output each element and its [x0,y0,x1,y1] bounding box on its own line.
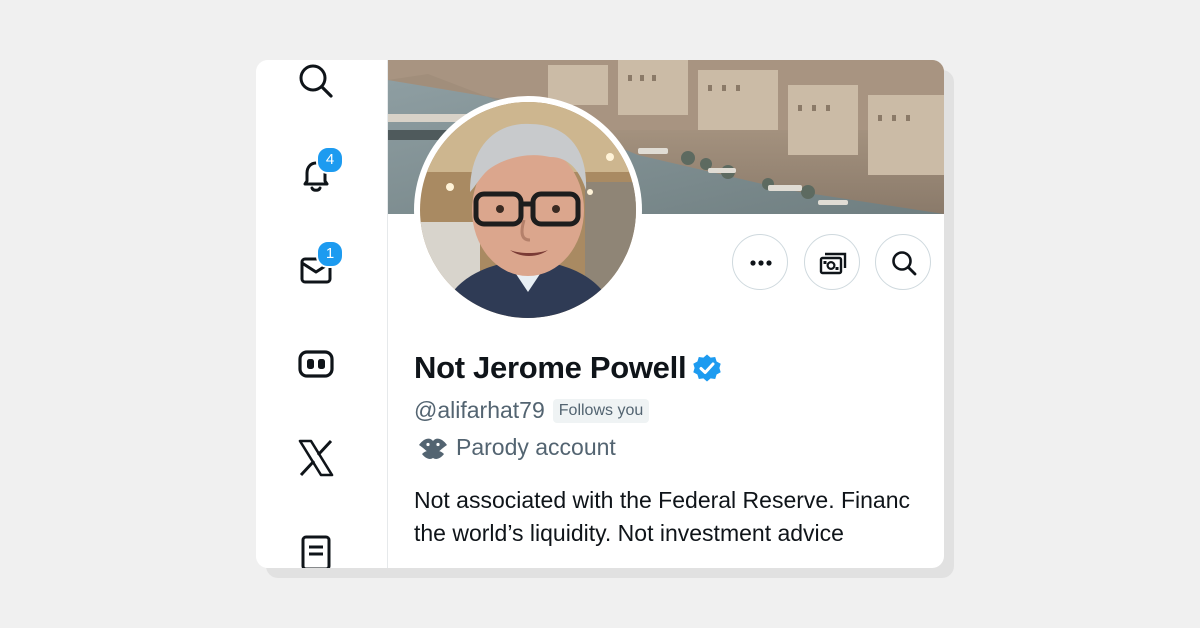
parody-account-label: Parody account [456,433,616,460]
money-button[interactable] [804,234,860,290]
grok-icon[interactable] [296,344,336,384]
profile-handle-row: @alifarhat79 Follows you [414,397,650,424]
profile-search-button[interactable] [875,234,931,290]
profile-handle: @alifarhat79 [414,397,545,423]
sidebar-nav: 4 1 [256,60,388,568]
search-icon [892,251,917,276]
avatar [420,102,636,318]
parody-mask-icon [419,438,447,459]
verified-badge-icon[interactable] [692,353,722,383]
notification-badge: 4 [316,146,344,174]
x-logo-icon[interactable] [296,438,336,478]
follows-you-badge: Follows you [552,398,650,423]
more-button[interactable] [732,234,788,290]
lists-icon[interactable] [296,532,336,568]
profile-main: Not Jerome Powell @alifarhat79 Follows y… [388,60,944,568]
parody-label-row[interactable]: Parody account [416,432,616,462]
bio-line: Not associated with the Federal Reserve.… [414,487,911,513]
messages-badge: 1 [316,240,344,268]
bio-line: the world’s liquidity. Not investment ad… [414,520,844,546]
more-icon [750,260,772,266]
money-icon [819,252,847,275]
search-icon[interactable] [296,60,336,100]
profile-bio: Not associated with the Federal Reserve.… [414,484,944,550]
profile-name-row: Not Jerome Powell [414,350,722,386]
profile-avatar[interactable] [414,96,642,324]
profile-card: 4 1 Not Jerome Powell @alifarhat79 Follo… [256,60,944,568]
profile-name: Not Jerome Powell [414,350,687,385]
